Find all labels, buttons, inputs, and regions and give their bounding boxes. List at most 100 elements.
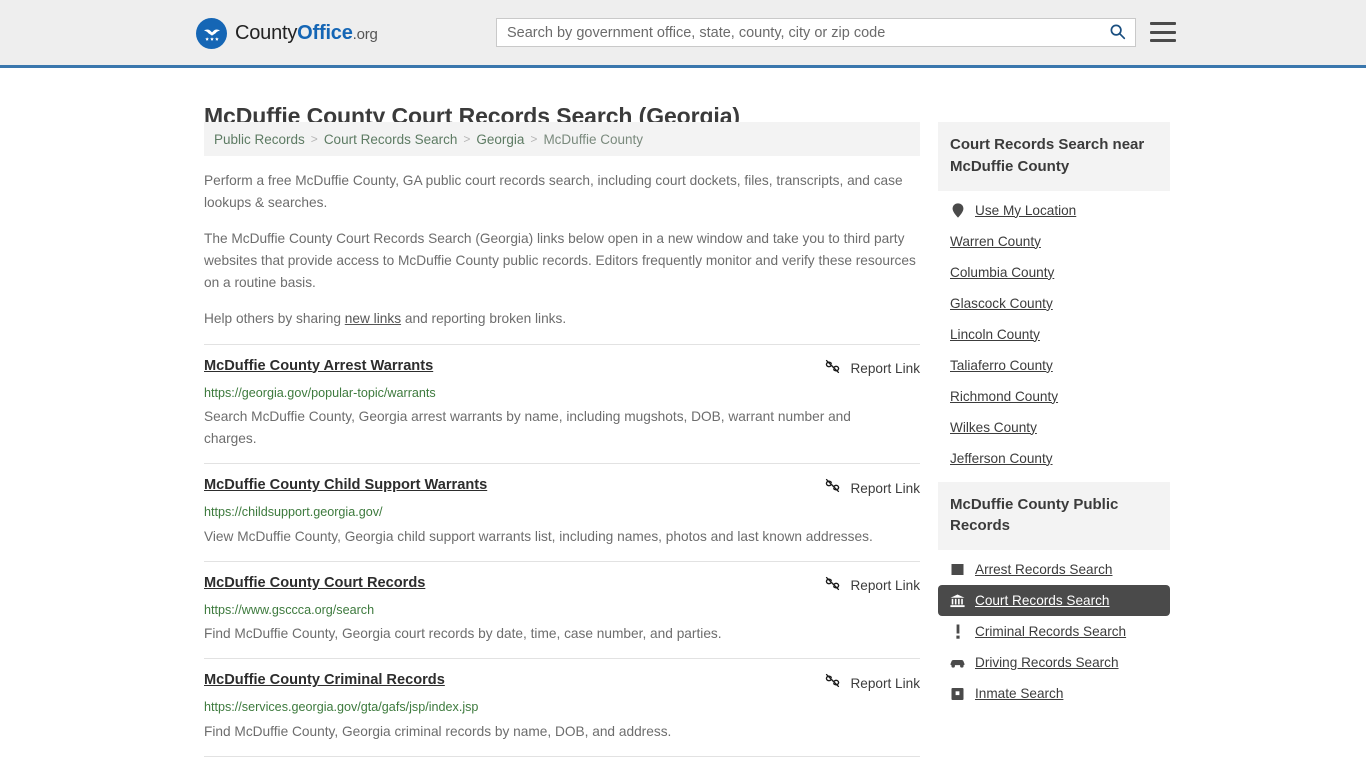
content-columns: Public Records > Court Records Search > Geor… (0, 122, 1366, 768)
search-input[interactable] (497, 19, 1099, 46)
result-url: https://www.gsccca.org/search (204, 602, 375, 617)
result-title-link[interactable]: McDuffie County Child Support Warrants (204, 476, 487, 494)
intro-paragraph-2: The McDuffie County Court Records Search… (204, 230, 916, 290)
broken-link-icon (824, 672, 841, 694)
result-url: https://georgia.gov/popular-topic/warran… (204, 385, 436, 400)
intro-paragraph-3: Help others by sharing new links and rep… (204, 308, 920, 330)
broken-link-icon (824, 575, 841, 597)
result-item: McDuffie County Arrest Warrants Report Li… (204, 343, 920, 465)
logo-text-prefix: County (235, 22, 298, 44)
nearby-county-item[interactable]: Taliaferro County (938, 350, 1170, 381)
broken-link-icon (824, 358, 841, 380)
nearby-county-label: Columbia County (950, 264, 1055, 280)
report-link-label: Report Link (850, 480, 920, 496)
breadcrumb-separator: > (310, 132, 318, 146)
result-header: McDuffie County Court Records Report Link (204, 574, 920, 597)
breadcrumb-separator: > (463, 132, 471, 146)
nearby-county-label: Glascock County (950, 295, 1053, 311)
breadcrumb-link[interactable]: Public Records (214, 132, 305, 147)
report-link-button[interactable]: Report Link (810, 477, 920, 499)
result-header: McDuffie County Arrest Warrants Report Li… (204, 357, 920, 380)
result-title-link[interactable]: McDuffie County Criminal Records (204, 671, 445, 689)
search-bar[interactable] (496, 18, 1136, 47)
result-url: https://services.georgia.gov/gta/gafs/js… (204, 700, 479, 715)
intro-paragraph-1: Perform a free McDuffie County, GA publi… (204, 173, 903, 210)
public-records-item[interactable]: Court Records Search (938, 585, 1170, 616)
nearby-counties: Warren County Columbia County Glascock Cou… (938, 226, 1170, 474)
nearby-county-label: Wilkes County (950, 419, 1037, 435)
nearby-county-item[interactable]: Columbia County (938, 257, 1170, 288)
search-button[interactable] (1099, 19, 1135, 46)
county-office-eagle-icon (196, 18, 227, 49)
menu-button[interactable] (1150, 20, 1176, 44)
breadcrumb-current: McDuffie County (543, 131, 643, 147)
nearby-county-label: Taliaferro County (950, 357, 1053, 373)
report-link-button[interactable]: Report Link (810, 672, 920, 694)
result-description: Find McDuffie County, Georgia criminal r… (204, 723, 672, 739)
car-icon (950, 655, 965, 670)
site-header: CountyOffice.org (0, 0, 1366, 68)
location-pin-icon (950, 202, 965, 218)
result-item: McDuffie County Probate Court WebsiteRep… (204, 757, 920, 768)
nearby-county-list: Use My Location Warren County Columbia Co… (938, 191, 1170, 474)
public-records-item[interactable]: Criminal Records Search (938, 616, 1170, 647)
nearby-county-item[interactable]: Richmond County (938, 381, 1170, 412)
result-header: McDuffie County Child Support Warrants Re… (204, 476, 920, 499)
result-item: McDuffie County Court Records Report Link… (204, 562, 920, 660)
hamburger-bar-1 (1150, 22, 1176, 25)
use-my-location-item[interactable]: Use My Location (938, 195, 1170, 226)
site-logo[interactable]: CountyOffice.org (196, 18, 378, 49)
result-description: View McDuffie County, Georgia child supp… (204, 528, 873, 544)
report-link-label: Report Link (850, 361, 920, 377)
nearby-county-label: Lincoln County (950, 326, 1040, 342)
nearby-county-label: Jefferson County (950, 450, 1053, 466)
result-url: https://childsupport.georgia.gov/ (204, 505, 383, 520)
result-header: McDuffie County Criminal Records Report L… (204, 671, 920, 694)
public-records-item[interactable]: Arrest Records Search (938, 554, 1170, 585)
report-link-label: Report Link (850, 578, 920, 594)
result-item: McDuffie County Criminal Records Report L… (204, 659, 920, 757)
report-link-button[interactable]: Report Link (810, 358, 920, 380)
nearby-county-item[interactable]: Lincoln County (938, 319, 1170, 350)
results-list: McDuffie County Arrest Warrants Report Li… (204, 343, 920, 768)
broken-link-icon (824, 477, 841, 499)
public-records-item-label: Court Records Search (975, 593, 1110, 608)
public-records-item-label: Driving Records Search (975, 655, 1119, 670)
new-links-link[interactable]: new links (345, 311, 401, 326)
intro-section: Perform a free McDuffie County, GA publi… (204, 156, 920, 330)
logo-text-bold: Office (297, 22, 353, 44)
exclamation-icon (950, 624, 965, 639)
nearby-search-heading: Court Records Search near McDuffie Count… (938, 122, 1170, 191)
public-records-item-label: Criminal Records Search (975, 624, 1127, 639)
public-records-heading: McDuffie County Public Records (938, 481, 1170, 550)
nearby-county-item[interactable]: Jefferson County (938, 443, 1170, 474)
square-icon (950, 562, 965, 577)
intro-text-before: Help others by sharing (204, 310, 345, 326)
public-records-list: Arrest Records Search Court Records Searc… (938, 550, 1170, 709)
courthouse-icon (950, 593, 965, 608)
public-records-box: McDuffie County Public Records Arrest Re… (938, 481, 1170, 710)
sidebar: Court Records Search near McDuffie Count… (938, 122, 1170, 768)
search-icon (1109, 23, 1126, 43)
public-records-item[interactable]: Driving Records Search (938, 647, 1170, 678)
site-logo-text: CountyOffice.org (235, 22, 378, 45)
breadcrumb-link[interactable]: Court Records Search (324, 132, 458, 147)
intro-text-after: and reporting broken links. (401, 310, 567, 326)
nearby-county-item[interactable]: Warren County (938, 226, 1170, 257)
breadcrumb-link[interactable]: Georgia (476, 132, 524, 147)
hamburger-bar-2 (1150, 30, 1176, 34)
nearby-county-item[interactable]: Glascock County (938, 288, 1170, 319)
report-link-label: Report Link (850, 675, 920, 691)
result-item: McDuffie County Child Support Warrants Re… (204, 464, 920, 562)
nearby-search-box: Court Records Search near McDuffie Count… (938, 122, 1170, 474)
public-records-item-label: Inmate Search (975, 686, 1064, 701)
result-title-link[interactable]: McDuffie County Arrest Warrants (204, 357, 433, 375)
nearby-county-label: Richmond County (950, 388, 1059, 404)
public-records-item[interactable]: Inmate Search (938, 678, 1170, 709)
report-link-button[interactable]: Report Link (810, 575, 920, 597)
result-title-link[interactable]: McDuffie County Court Records (204, 574, 425, 592)
use-my-location-label: Use My Location (975, 202, 1077, 218)
result-description: Search McDuffie County, Georgia arrest w… (204, 408, 851, 447)
logo-text-suffix: .org (352, 26, 378, 43)
nearby-county-item[interactable]: Wilkes County (938, 412, 1170, 443)
